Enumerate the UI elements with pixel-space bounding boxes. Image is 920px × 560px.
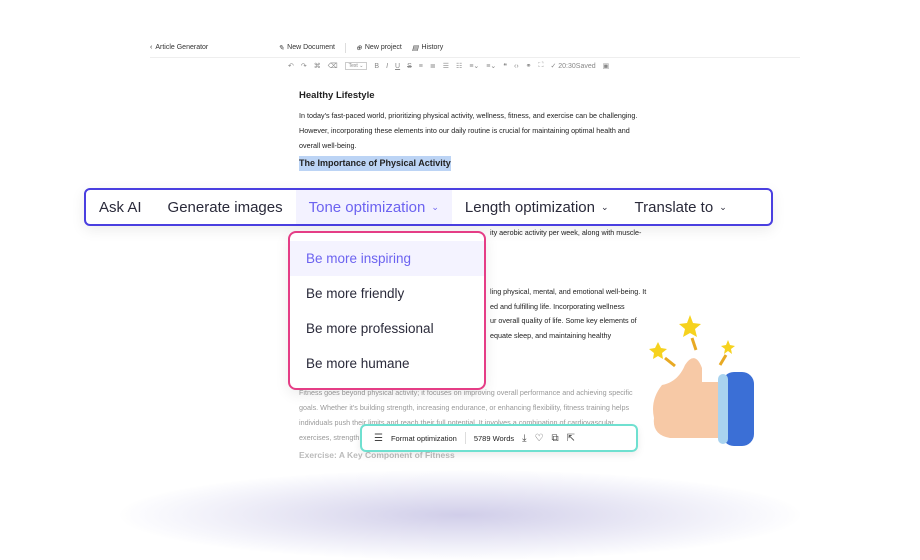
text-fragments: ling physical, mental, and emotional wel… bbox=[490, 287, 647, 340]
history-icon: ▤ bbox=[411, 44, 419, 52]
menu-item-friendly[interactable]: Be more friendly bbox=[290, 276, 484, 311]
list-icon: ☰ bbox=[374, 432, 383, 444]
undo-icon[interactable]: ↶ bbox=[288, 62, 294, 70]
redo-icon[interactable]: ↷ bbox=[301, 62, 307, 70]
save-icon[interactable]: ▣ bbox=[603, 62, 610, 70]
share-icon[interactable]: ⇱ bbox=[567, 433, 575, 444]
format-bar: ☰ Format optimization 5789 Words ⤓ ♡ ⧉ ⇱ bbox=[360, 424, 638, 452]
ai-action-bar: Ask AI Generate images Tone optimization… bbox=[84, 188, 773, 226]
selected-heading: The Importance of Physical Activity bbox=[299, 156, 451, 171]
indent-icon[interactable]: ≣ bbox=[430, 62, 436, 70]
bullet-list-icon[interactable]: ☷ bbox=[456, 62, 462, 70]
new-project-button[interactable]: ⊕ New project bbox=[356, 44, 402, 52]
generate-images-button[interactable]: Generate images bbox=[155, 190, 296, 224]
align-icon[interactable]: ≡ bbox=[419, 63, 423, 70]
underline-icon[interactable]: U bbox=[395, 63, 400, 70]
translate-to-button[interactable]: Translate to ⌄ bbox=[622, 190, 740, 224]
divider bbox=[464, 432, 466, 444]
plus-circle-icon: ⊕ bbox=[356, 44, 362, 52]
history-button[interactable]: ▤ History bbox=[412, 44, 443, 52]
new-document-button[interactable]: ✎ New Document bbox=[278, 44, 335, 52]
eraser-icon[interactable]: ⌫ bbox=[328, 62, 338, 70]
chevron-down-icon: ⌄ bbox=[719, 201, 727, 212]
link-icon[interactable]: ⚭ bbox=[526, 62, 532, 70]
document-content[interactable]: Healthy Lifestyle In today's fast-paced … bbox=[299, 88, 659, 174]
format-painter-icon[interactable]: ⌘ bbox=[314, 62, 321, 70]
editor-toolbar: ↶ ↷ ⌘ ⌫ Text ⌄ BIUS ≡ ≣ ☰ ☷ ≡⌄ ≡⌄ ❝ ‹› ⚭ ⛶ ✓ 20:3… bbox=[288, 60, 668, 72]
top-navigation: ‹ Article Generator ✎ New Document ⊕ New p… bbox=[150, 38, 800, 58]
thumbs-up-illustration bbox=[649, 315, 754, 446]
decorative-shadow bbox=[120, 470, 800, 560]
format-optimization-button[interactable]: Format optimization bbox=[391, 434, 457, 443]
code-icon[interactable]: ‹› bbox=[514, 63, 519, 70]
ordered-list-icon[interactable]: ☰ bbox=[443, 62, 449, 70]
fullscreen-icon[interactable]: ⛶ bbox=[539, 62, 544, 70]
chevron-down-icon: ⌄ bbox=[431, 201, 439, 212]
length-optimization-button[interactable]: Length optimization ⌄ bbox=[452, 190, 622, 224]
chevron-down-icon: ⌄ bbox=[600, 201, 609, 212]
italic-icon[interactable]: I bbox=[386, 63, 388, 70]
divider bbox=[345, 42, 346, 53]
download-icon[interactable]: ⤓ bbox=[522, 433, 526, 444]
document-title: Healthy Lifestyle bbox=[299, 90, 375, 101]
heart-icon[interactable]: ♡ bbox=[535, 433, 544, 444]
copy-icon[interactable]: ⧉ bbox=[552, 433, 559, 444]
quote-icon[interactable]: ❝ bbox=[503, 62, 507, 70]
alignment-icon[interactable]: ≡⌄ bbox=[486, 62, 496, 70]
back-button[interactable]: ‹ Article Generator bbox=[150, 44, 208, 51]
menu-item-professional[interactable]: Be more professional bbox=[290, 311, 484, 346]
edit-icon: ✎ bbox=[278, 44, 285, 52]
menu-item-humane[interactable]: Be more humane bbox=[290, 346, 484, 381]
line-height-icon[interactable]: ≡⌄ bbox=[469, 62, 479, 70]
bold-icon[interactable]: B bbox=[374, 63, 379, 70]
style-select[interactable]: Text ⌄ bbox=[344, 62, 368, 70]
saved-status: ✓ 20:30Saved bbox=[550, 63, 596, 70]
menu-item-inspiring[interactable]: Be more inspiring bbox=[290, 241, 484, 276]
tone-optimization-button[interactable]: Tone optimization ⌄ bbox=[295, 190, 452, 224]
strikethrough-icon[interactable]: S bbox=[407, 63, 412, 70]
text-fragment: ity aerobic activity per week, along wit… bbox=[490, 228, 642, 237]
word-count: 5789 Words bbox=[473, 433, 515, 443]
tone-menu: Be more inspiring Be more friendly Be mo… bbox=[288, 231, 486, 390]
ask-ai-button[interactable]: Ask AI bbox=[86, 190, 155, 224]
